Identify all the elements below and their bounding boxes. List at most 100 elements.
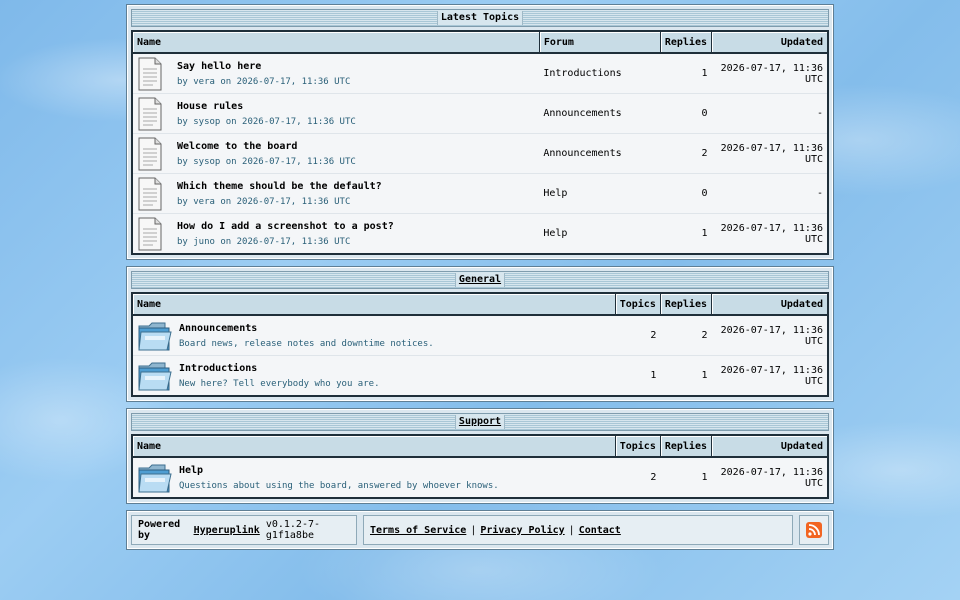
forum-title-link[interactable]: Help <box>179 465 611 476</box>
topic-byline: by sysop on 2026-07-17, 11:36 UTC <box>177 156 356 167</box>
forum-updated: 2026-07-17, 11:36 UTC <box>711 315 828 356</box>
topic-icon-cell <box>132 173 173 214</box>
forum-index: Latest Topics Name Forum Replies Updated… <box>126 4 834 550</box>
forum-row: Announcements Board news, release notes a… <box>132 315 828 356</box>
topic-byline: by juno on 2026-07-17, 11:36 UTC <box>177 236 351 247</box>
support-header: Support <box>131 413 829 431</box>
forum-replies: 1 <box>660 457 712 499</box>
topic-replies: 2 <box>660 133 712 174</box>
forum-title-link[interactable]: Announcements <box>179 323 611 334</box>
topic-row: How do I add a screenshot to a post? by j… <box>132 213 828 255</box>
forum-description: New here? Tell everybody who you are. <box>179 378 380 389</box>
col-forum[interactable]: Forum <box>538 30 661 54</box>
version-text: v0.1.2-7-g1f1a8be <box>265 519 321 541</box>
rss-feed-button[interactable] <box>799 515 829 545</box>
separator: | <box>568 524 575 536</box>
col-name[interactable]: Name <box>131 292 616 316</box>
terms-link[interactable]: Terms of Service <box>370 525 466 536</box>
folder-icon <box>137 462 173 494</box>
col-updated[interactable]: Updated <box>711 30 829 54</box>
document-icon <box>137 177 171 211</box>
topic-byline: by vera on 2026-07-17, 11:36 UTC <box>177 196 351 207</box>
forum-topics: 2 <box>615 315 661 356</box>
contact-link[interactable]: Contact <box>579 525 621 536</box>
topic-updated: 2026-07-17, 11:36 UTC <box>711 213 828 255</box>
forum-icon-cell <box>132 457 175 499</box>
latest-topics-title: Latest Topics <box>436 11 524 25</box>
topic-title-link[interactable]: House rules <box>177 101 535 112</box>
col-topics[interactable]: Topics <box>614 292 661 316</box>
topic-row: House rules by sysop on 2026-07-17, 11:36… <box>132 93 828 134</box>
forum-title-link[interactable]: Introductions <box>179 363 611 374</box>
document-icon <box>137 57 171 91</box>
col-replies[interactable]: Replies <box>659 30 713 54</box>
topic-icon-cell <box>132 133 173 174</box>
table-header-row: Name Topics Replies Updated <box>131 292 829 316</box>
forum-topics: 2 <box>615 457 661 499</box>
table-header-row: Name Topics Replies Updated <box>131 434 829 458</box>
topic-name-cell: House rules by sysop on 2026-07-17, 11:36… <box>173 93 540 134</box>
forum-icon-cell <box>132 315 175 356</box>
topic-title-link[interactable]: How do I add a screenshot to a post? <box>177 221 535 232</box>
topic-forum[interactable]: Announcements <box>539 133 661 174</box>
forum-replies: 1 <box>660 355 712 397</box>
topic-icon-cell <box>132 53 173 94</box>
folder-icon <box>137 360 173 392</box>
topic-forum[interactable]: Help <box>539 173 661 214</box>
forum-description: Questions about using the board, answere… <box>179 480 499 491</box>
topic-updated: 2026-07-17, 11:36 UTC <box>711 53 828 94</box>
topic-name-cell: Welcome to the board by sysop on 2026-07-… <box>173 133 540 174</box>
col-topics[interactable]: Topics <box>614 434 661 458</box>
latest-topics-panel: Latest Topics Name Forum Replies Updated… <box>126 4 834 260</box>
latest-topics-header: Latest Topics <box>131 9 829 27</box>
topic-row: Which theme should be the default? by ver… <box>132 173 828 214</box>
folder-icon <box>137 320 173 352</box>
general-category-link[interactable]: General <box>454 273 506 287</box>
forum-updated: 2026-07-17, 11:36 UTC <box>711 457 828 499</box>
topic-byline: by sysop on 2026-07-17, 11:36 UTC <box>177 116 356 127</box>
col-updated[interactable]: Updated <box>711 292 829 316</box>
forum-row: Help Questions about using the board, ans… <box>132 457 828 499</box>
document-icon <box>137 217 171 251</box>
col-updated[interactable]: Updated <box>711 434 829 458</box>
topic-replies: 1 <box>660 213 712 255</box>
general-panel: General Name Topics Replies Updated Anno… <box>126 266 834 402</box>
topic-row: Welcome to the board by sysop on 2026-07-… <box>132 133 828 174</box>
support-category-link[interactable]: Support <box>454 415 506 429</box>
topic-updated: - <box>711 93 828 134</box>
topic-name-cell: Say hello here by vera on 2026-07-17, 11:… <box>173 53 540 94</box>
topic-name-cell: How do I add a screenshot to a post? by j… <box>173 213 540 255</box>
forum-name-cell: Announcements Board news, release notes a… <box>175 315 616 356</box>
col-name[interactable]: Name <box>131 30 540 54</box>
support-panel: Support Name Topics Replies Updated Help… <box>126 408 834 504</box>
privacy-link[interactable]: Privacy Policy <box>480 525 564 536</box>
footer: Powered by Hyperuplink v0.1.2-7-g1f1a8be… <box>126 510 834 550</box>
powered-prefix: Powered by <box>138 519 181 541</box>
topic-replies: 0 <box>660 93 712 134</box>
document-icon <box>137 137 171 171</box>
topic-forum[interactable]: Announcements <box>539 93 661 134</box>
rss-icon[interactable] <box>806 522 822 538</box>
topic-forum[interactable]: Help <box>539 213 661 255</box>
topic-title-link[interactable]: Which theme should be the default? <box>177 181 535 192</box>
table-header-row: Name Forum Replies Updated <box>131 30 829 54</box>
general-table: Name Topics Replies Updated Announcement… <box>131 292 829 397</box>
topic-updated: - <box>711 173 828 214</box>
topic-byline: by vera on 2026-07-17, 11:36 UTC <box>177 76 351 87</box>
col-name[interactable]: Name <box>131 434 616 458</box>
topic-forum[interactable]: Introductions <box>539 53 661 94</box>
topic-title-link[interactable]: Say hello here <box>177 61 535 72</box>
topic-row: Say hello here by vera on 2026-07-17, 11:… <box>132 53 828 94</box>
hyperuplink-link[interactable]: Hyperuplink <box>194 525 260 536</box>
forum-name-cell: Introductions New here? Tell everybody wh… <box>175 355 616 397</box>
topic-title-link[interactable]: Welcome to the board <box>177 141 535 152</box>
topic-icon-cell <box>132 93 173 134</box>
col-replies[interactable]: Replies <box>659 434 713 458</box>
topic-replies: 1 <box>660 53 712 94</box>
topic-replies: 0 <box>660 173 712 214</box>
forum-updated: 2026-07-17, 11:36 UTC <box>711 355 828 397</box>
topic-updated: 2026-07-17, 11:36 UTC <box>711 133 828 174</box>
latest-topics-table: Name Forum Replies Updated Say hello her… <box>131 30 829 255</box>
topic-name-cell: Which theme should be the default? by ver… <box>173 173 540 214</box>
col-replies[interactable]: Replies <box>659 292 713 316</box>
